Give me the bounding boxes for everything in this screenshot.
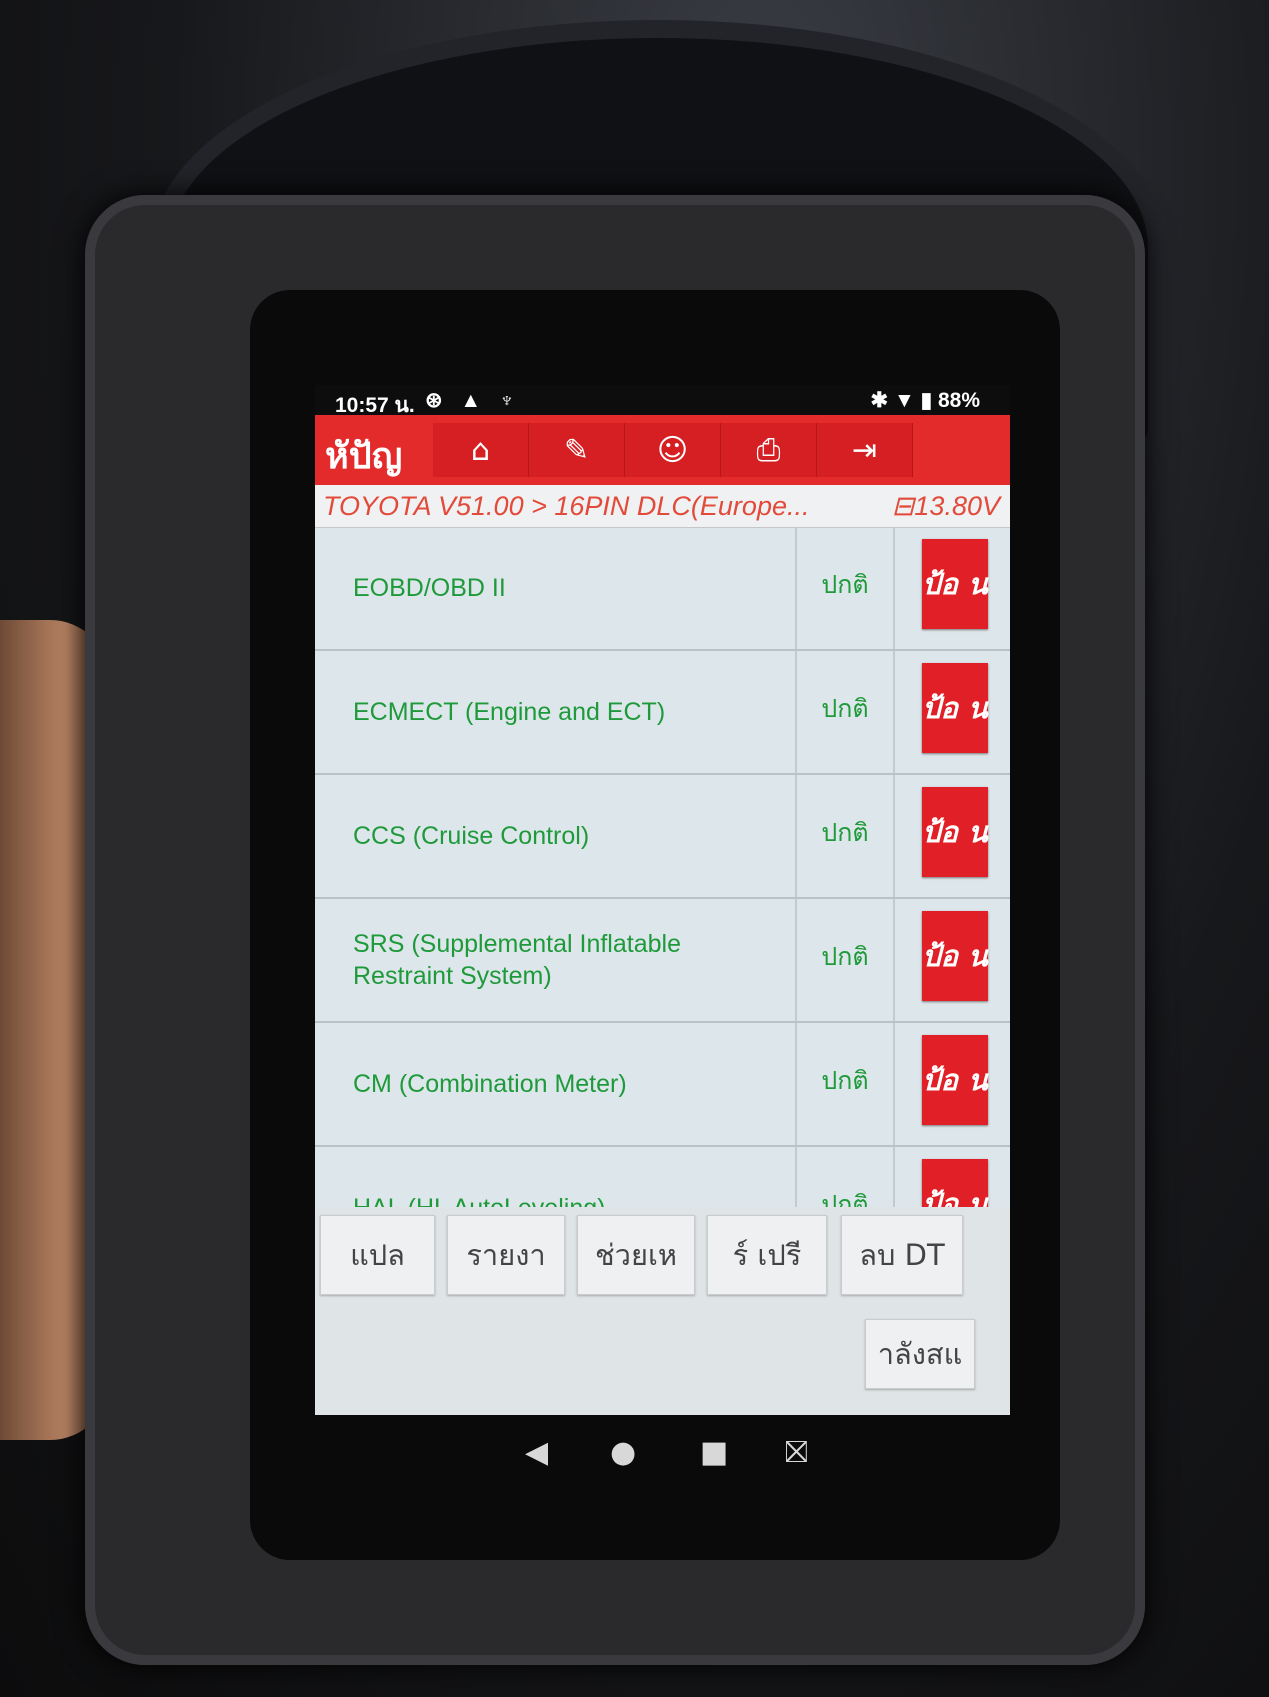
user-icon: ☺ <box>656 432 689 468</box>
enter-button[interactable]: ป้อ น <box>922 1159 988 1207</box>
system-name: SRS (Supplemental Inflatable Restraint S… <box>353 930 681 990</box>
system-row: EOBD/OBD II ปกติ ป้อ น <box>315 527 1010 651</box>
print-icon: ⎙ <box>756 432 781 468</box>
edit-icon: ✎ <box>563 432 590 468</box>
system-name: CCS (Cruise Control) <box>353 822 590 850</box>
enter-button[interactable]: ป้อ น <box>922 539 988 629</box>
user-button[interactable]: ☺ <box>625 423 721 477</box>
status-right: ✱ ▼ ▮ 88% <box>871 388 980 413</box>
system-row: CCS (Cruise Control) ปกติ ป้อ น <box>315 775 1010 899</box>
status-left-icons: ⊛ ▲ ♆ <box>425 389 521 412</box>
system-row: HAL (HL AutoLeveling) ปกติ ป้อ น <box>315 1147 1010 1207</box>
system-status: ปกติ <box>795 527 895 649</box>
print-button[interactable]: ⎙ <box>721 423 817 477</box>
enter-button[interactable]: ป้อ น <box>922 911 988 1001</box>
breadcrumb-path: TOYOTA V51.00 > 16PIN DLC(Europe... <box>323 491 810 521</box>
system-list: EOBD/OBD II ปกติ ป้อ น ECMECT (Engine an… <box>315 527 1010 1207</box>
battery-voltage: ⊟13.80V <box>891 491 1000 521</box>
translate-button[interactable]: แปล <box>320 1215 435 1295</box>
home-nav-icon[interactable]: ● <box>610 1435 636 1470</box>
status-bar: 10:57 น. ⊛ ▲ ♆ ✱ ▼ ▮ 88% <box>315 385 1010 417</box>
enter-button[interactable]: ป้อ น <box>922 1035 988 1125</box>
home-icon: ⌂ <box>470 432 491 468</box>
battery-level: 88% <box>937 389 980 412</box>
compare-button[interactable]: ร์ เปรี <box>707 1215 827 1295</box>
back-icon[interactable]: ◀ <box>525 1435 548 1470</box>
help-button[interactable]: ช่วยเห <box>577 1215 695 1295</box>
edit-button[interactable]: ✎ <box>529 423 625 477</box>
report-button[interactable]: รายงา <box>447 1215 565 1295</box>
system-status: ปกติ <box>795 1147 895 1207</box>
system-row: ECMECT (Engine and ECT) ปกติ ป้อ น <box>315 651 1010 775</box>
system-status: ปกติ <box>795 775 895 897</box>
tablet-screen: 10:57 น. ⊛ ▲ ♆ ✱ ▼ ▮ 88% หัปัญ ⌂ ✎ ☺ ⎙ ⇥… <box>315 385 1010 1415</box>
android-nav-bar: ◀ ● ■ ⛝ <box>315 1415 1010 1505</box>
screenshot-icon[interactable]: ⛝ <box>785 1435 808 1470</box>
enter-button[interactable]: ป้อ น <box>922 663 988 753</box>
enter-button[interactable]: ป้อ น <box>922 787 988 877</box>
scanning-button[interactable]: าลังสแ <box>865 1319 975 1389</box>
system-row: CM (Combination Meter) ปกติ ป้อ น <box>315 1023 1010 1147</box>
status-right-icons: ✱ ▼ ▮ <box>870 389 933 412</box>
app-toolbar: หัปัญ ⌂ ✎ ☺ ⎙ ⇥ <box>315 415 1010 485</box>
photo-background: 10:57 น. ⊛ ▲ ♆ ✱ ▼ ▮ 88% หัปัญ ⌂ ✎ ☺ ⎙ ⇥… <box>0 0 1269 1697</box>
app-brand: หัปัญ <box>325 436 403 477</box>
bottom-action-bar: แปล รายงา ช่วยเห ร์ เปรี ลบ DT าลังสแ <box>315 1207 1010 1415</box>
system-name: CM (Combination Meter) <box>353 1070 627 1098</box>
recents-icon[interactable]: ■ <box>700 1435 728 1470</box>
system-name: HAL (HL AutoLeveling) <box>353 1147 783 1207</box>
system-status: ปกติ <box>795 1023 895 1145</box>
system-name: ECMECT (Engine and ECT) <box>353 698 666 726</box>
breadcrumb: TOYOTA V51.00 > 16PIN DLC(Europe... ⊟13.… <box>315 485 1010 528</box>
clear-dtc-button[interactable]: ลบ DT <box>841 1215 963 1295</box>
home-button[interactable]: ⌂ <box>433 423 529 477</box>
system-name: EOBD/OBD II <box>353 574 506 602</box>
system-status: ปกติ <box>795 899 895 1021</box>
exit-button[interactable]: ⇥ <box>817 423 913 477</box>
exit-icon: ⇥ <box>851 432 878 468</box>
system-status: ปกติ <box>795 651 895 773</box>
system-row: SRS (Supplemental Inflatable Restraint S… <box>315 899 1010 1023</box>
